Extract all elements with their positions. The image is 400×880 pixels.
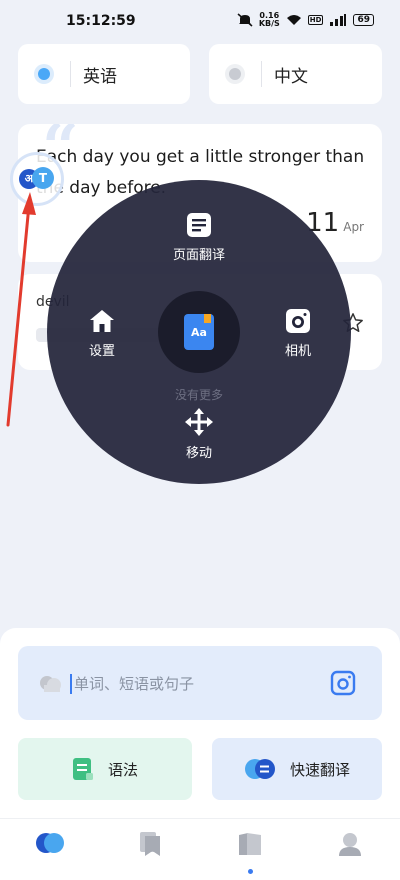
target-language-label: 中文 (274, 66, 308, 87)
target-language-dot (229, 68, 241, 80)
quick-translate-icon (244, 758, 276, 780)
move-icon (185, 408, 213, 436)
camera-label: 相机 (284, 344, 311, 359)
tab-translate[interactable] (30, 831, 70, 867)
quick-translate-button[interactable]: 快速翻译 (212, 738, 382, 800)
hd-badge: HD (307, 15, 324, 25)
source-language-dot (38, 68, 50, 80)
wifi-icon (286, 15, 301, 25)
status-icons: 0.16 KB/S HD 69 (237, 12, 374, 28)
page-translate-button[interactable]: 页面翻译 (159, 212, 239, 263)
floating-translate-ball[interactable]: अ T (10, 152, 64, 206)
quote-month: Apr (343, 220, 364, 234)
quick-translate-label: 快速翻译 (289, 760, 350, 779)
source-language-label: 英语 (83, 66, 117, 87)
settings-label: 设置 (88, 344, 115, 359)
active-tab-indicator (248, 869, 253, 874)
translate-tab-icon (36, 833, 64, 853)
menu-center-button[interactable]: Aa (158, 291, 240, 373)
handwriting-cloud-icon[interactable] (38, 672, 64, 694)
no-more-text: 没有更多 (174, 388, 223, 402)
mute-icon (237, 13, 253, 27)
page-translate-label: 页面翻译 (172, 248, 225, 263)
home-settings-icon (90, 310, 114, 332)
profile-tab-icon (339, 833, 361, 856)
page-translate-icon (187, 213, 211, 237)
battery-indicator: 69 (353, 14, 374, 26)
book-tab-icon (239, 833, 261, 855)
move-button[interactable]: 移动 (164, 408, 234, 461)
status-bar: 15:12:59 0.16 KB/S HD 69 (0, 0, 400, 40)
settings-button[interactable]: 设置 (67, 308, 137, 359)
floating-radial-menu: 页面翻译 设置 相机 Aa 没有更多 移动 (47, 180, 351, 484)
camera-scan-icon[interactable] (330, 670, 356, 696)
dictionary-app-icon: Aa (184, 314, 214, 350)
camera-icon (286, 309, 310, 333)
move-label: 移动 (185, 446, 212, 461)
tab-wordbook[interactable] (130, 831, 170, 867)
translate-ball-target-glyph: T (32, 167, 54, 189)
tab-profile[interactable] (330, 831, 370, 867)
network-speed: 0.16 KB/S (258, 11, 280, 28)
grammar-label: 语法 (107, 760, 138, 779)
target-language-selector[interactable]: 中文 (209, 44, 382, 104)
divider (70, 61, 71, 87)
text-cursor (70, 674, 72, 694)
signal-icon (330, 14, 347, 26)
grammar-book-icon (72, 757, 94, 781)
source-language-selector[interactable]: 英语 (18, 44, 190, 104)
translate-ball-icon: अ T (19, 167, 55, 191)
status-time: 15:12:59 (66, 13, 136, 29)
camera-button[interactable]: 相机 (263, 308, 333, 359)
bottom-tab-bar (0, 818, 400, 880)
search-placeholder: 单词、短语或句子 (74, 675, 195, 693)
divider (261, 61, 262, 87)
search-input[interactable]: 单词、短语或句子 (18, 646, 382, 720)
grammar-button[interactable]: 语法 (18, 738, 192, 800)
tab-learn[interactable] (230, 831, 270, 867)
bookmark-tab-icon (140, 832, 160, 856)
